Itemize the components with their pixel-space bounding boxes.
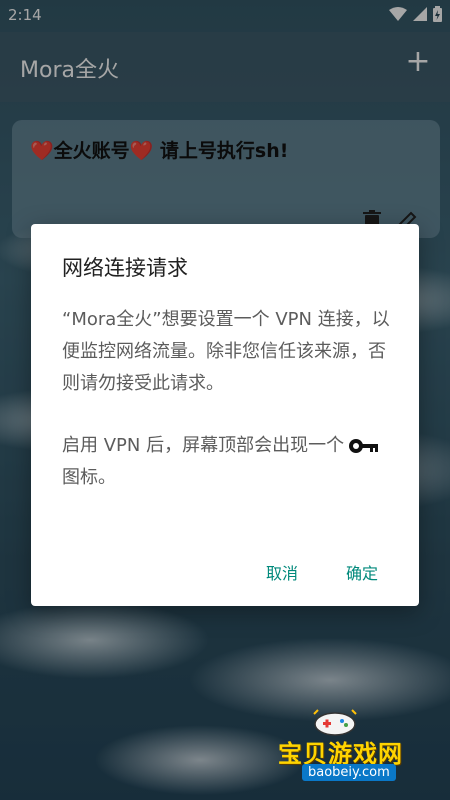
dialog-title: 网络连接请求 (62, 256, 188, 280)
watermark-url: baobeiy.com (302, 764, 396, 781)
dialog-notice: 启用 VPN 后，屏幕顶部会出现一个图标。 (62, 430, 392, 494)
vpn-request-dialog: 网络连接请求 “Mora全火”想要设置一个 VPN 连接，以便监控网络流量。除非… (31, 224, 419, 606)
dialog-body: “Mora全火”想要设置一个 VPN 连接，以便监控网络流量。除非您信任该来源，… (62, 304, 392, 494)
notice-text-after: 图标。 (62, 467, 116, 488)
dialog-message: “Mora全火”想要设置一个 VPN 连接，以便监控网络流量。除非您信任该来源，… (62, 309, 390, 394)
ok-button[interactable]: 确定 (346, 560, 378, 584)
notice-text-before: 启用 VPN 后，屏幕顶部会出现一个 (62, 435, 345, 456)
gamepad-logo-icon (313, 709, 357, 736)
vpn-key-icon (349, 439, 379, 453)
site-watermark: 宝贝游戏网 baobeiy.com (270, 708, 430, 784)
cancel-button[interactable]: 取消 (266, 560, 298, 584)
